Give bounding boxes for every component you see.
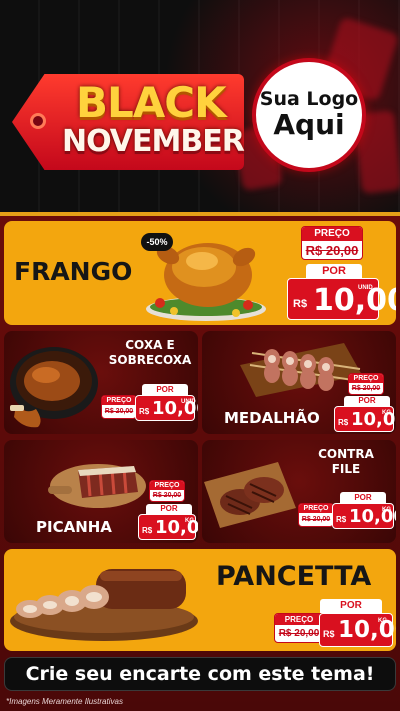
old-price-label: PREÇO [102, 396, 136, 405]
product-name-line2: SOBRECOXA [108, 353, 192, 367]
currency-symbol: R$ [142, 526, 153, 535]
old-price-box: PREÇO R$ 20,00 [348, 373, 384, 395]
old-price-value: R$ 20,00 [305, 243, 359, 258]
cta-banner[interactable]: Crie seu encarte com este tema! [4, 657, 396, 691]
tag-hole-icon [30, 113, 46, 129]
product-name: FRANGO [14, 257, 133, 286]
new-price-value: 10,00 [313, 283, 396, 318]
discount-badge: -50% [141, 233, 173, 251]
price-unit: KG [382, 507, 391, 513]
new-price-value: 10,00 [338, 617, 396, 643]
currency-symbol: R$ [139, 407, 150, 416]
product-name-line1: COXA E [125, 338, 175, 352]
por-label: POR [320, 599, 382, 613]
old-price-label: PREÇO [275, 614, 323, 625]
old-price-value: R$ 20,00 [278, 628, 320, 639]
currency-symbol: R$ [323, 629, 335, 639]
pancetta-board-image [10, 569, 198, 641]
new-price-box: R$ 10,00 KG [332, 503, 396, 529]
new-price-box: R$ 10,00 KG [334, 406, 396, 432]
old-price-label: PREÇO [349, 374, 383, 383]
disclaimer-footnote: *Imagens Meramente Ilustrativas [6, 697, 123, 706]
new-price-box: R$ 10,00 KG [138, 514, 198, 540]
product-name-line2: FILE [331, 462, 361, 476]
price-unit: KG [378, 618, 387, 624]
black-title: BLACK [76, 78, 227, 127]
price-unit: KG [382, 410, 391, 416]
product-card-frango: FRANGO -50% PREÇO R$ 20,00 POR R$ 10,00 … [4, 221, 396, 325]
old-price-label: PREÇO [150, 481, 184, 490]
old-price-box: PREÇO R$ 20,00 [149, 480, 185, 502]
product-name-line1: CONTRA [318, 447, 374, 461]
chicken-leg-pan-image [10, 347, 98, 428]
old-price-box: PREÇO R$ 20,00 [101, 395, 137, 419]
new-price-box: R$ 10,00 UNID [135, 395, 198, 421]
old-price-value: R$ 20,00 [351, 385, 381, 392]
logo-text-line2: Aqui [273, 108, 345, 142]
price-unit: KG [185, 518, 194, 524]
por-label: POR [344, 396, 390, 406]
product-card-contrafile: CONTRA FILE POR PREÇO R$ 20,00 R$ 10,00 … [202, 440, 396, 543]
header-banner: BLACK NOVEMBER Sua Logo Aqui [0, 0, 400, 215]
logo-placeholder: Sua Logo Aqui [252, 58, 366, 172]
por-label: POR [340, 492, 386, 503]
logo-text-line1: Sua Logo [259, 88, 359, 111]
old-price-label: PREÇO [299, 504, 333, 513]
product-name: PICANHA [36, 518, 112, 536]
currency-symbol: R$ [338, 418, 349, 427]
old-price-value: R$ 20,00 [152, 492, 182, 499]
old-price-value: R$ 20,00 [301, 516, 331, 523]
old-price-value: R$ 20,00 [104, 408, 134, 415]
contra-file-steak-image [204, 462, 296, 528]
por-label: POR [142, 384, 188, 395]
product-card-picanha: PREÇO R$ 20,00 POR PICANHA R$ 10,00 KG [4, 440, 198, 543]
currency-symbol: R$ [293, 298, 308, 310]
old-price-label: PREÇO [302, 227, 362, 241]
product-name: MEDALHÃO [224, 409, 320, 427]
currency-symbol: R$ [336, 515, 347, 524]
por-label: POR [146, 504, 192, 514]
price-unit: UNID [358, 285, 373, 291]
product-card-pancetta: PANCETTA POR PREÇO R$ 20,00 R$ 10,00 KG [4, 549, 396, 651]
old-price-box: PREÇO R$ 20,00 [301, 226, 363, 260]
product-card-coxa: COXA E SOBRECOXA POR PREÇO R$ 20,00 R$ 1… [4, 331, 198, 434]
picanha-steak-image [48, 464, 146, 508]
november-title: NOVEMBER [62, 124, 245, 159]
por-label: POR [306, 264, 362, 279]
product-card-medalhao: PREÇO R$ 20,00 POR MEDALHÃO R$ 10,00 KG [202, 331, 396, 434]
old-price-box: PREÇO R$ 20,00 [274, 613, 324, 643]
old-price-box: PREÇO R$ 20,00 [298, 503, 334, 527]
new-price-box: R$ 10,00 KG [319, 613, 396, 647]
bacon-skewers-image [240, 343, 362, 397]
price-unit: UNID [181, 399, 196, 405]
product-name: PANCETTA [216, 561, 372, 592]
new-price-box: R$ 10,00 UNID [287, 278, 396, 320]
